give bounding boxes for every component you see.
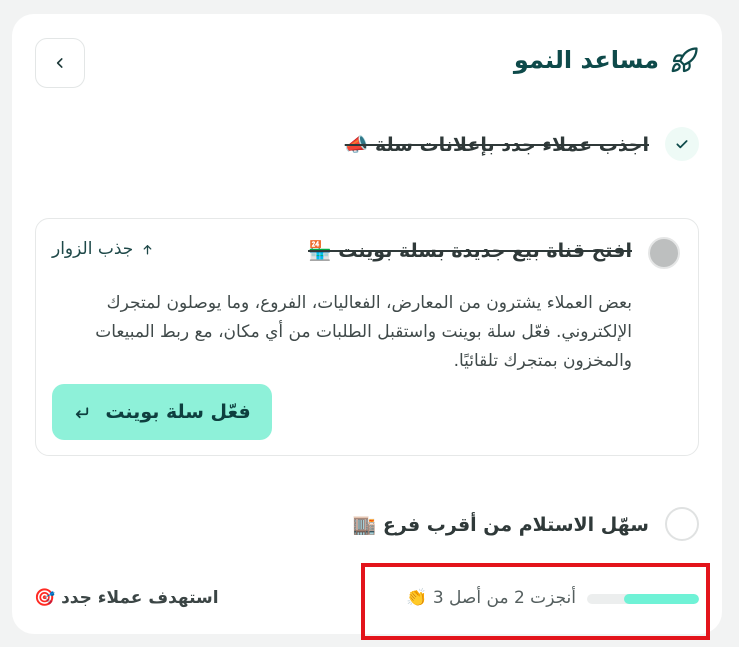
rocket-icon <box>671 47 698 73</box>
step-label: سهّل الاستلام من أقرب فرع 🏬 <box>352 513 649 536</box>
activate-point-label: فعّل سلة بوينت <box>105 401 251 423</box>
step-category-tag: جذب الزوار <box>52 239 154 259</box>
arrow-up-icon <box>143 244 152 254</box>
highlight-annotation <box>361 563 710 640</box>
return-arrow-icon <box>76 407 89 419</box>
activate-point-button[interactable]: فعّل سلة بوينت <box>52 384 272 440</box>
chevron-left-icon <box>56 58 63 68</box>
step-description: بعض العملاء يشترون من المعارض، الفعاليات… <box>95 293 632 371</box>
page-title: مساعد النمو <box>513 46 659 74</box>
step-label: اجذب عملاء جدد بإعلانات سلة 📣 <box>344 133 649 156</box>
step-done-indicator <box>665 127 699 161</box>
step-item-ads[interactable]: اجذب عملاء جدد بإعلانات سلة 📣 <box>345 127 699 161</box>
step-category-label: جذب الزوار <box>52 239 134 259</box>
step-item-point-expanded: افتح قناة بيع جديدة بسلة بوينت 🏪 جذب الز… <box>35 218 699 456</box>
back-button[interactable] <box>35 38 85 88</box>
step-status-indicator <box>648 237 680 269</box>
target-new-customers-label: استهدف عملاء جدد 🎯 <box>34 588 219 608</box>
step-item-pickup[interactable]: سهّل الاستلام من أقرب فرع 🏬 <box>353 507 699 541</box>
check-icon <box>676 140 688 149</box>
target-new-customers-link[interactable]: استهدف عملاء جدد 🎯 <box>34 588 219 608</box>
step-label: افتح قناة بيع جديدة بسلة بوينت 🏪 <box>308 240 632 262</box>
step-status-indicator <box>665 507 699 541</box>
